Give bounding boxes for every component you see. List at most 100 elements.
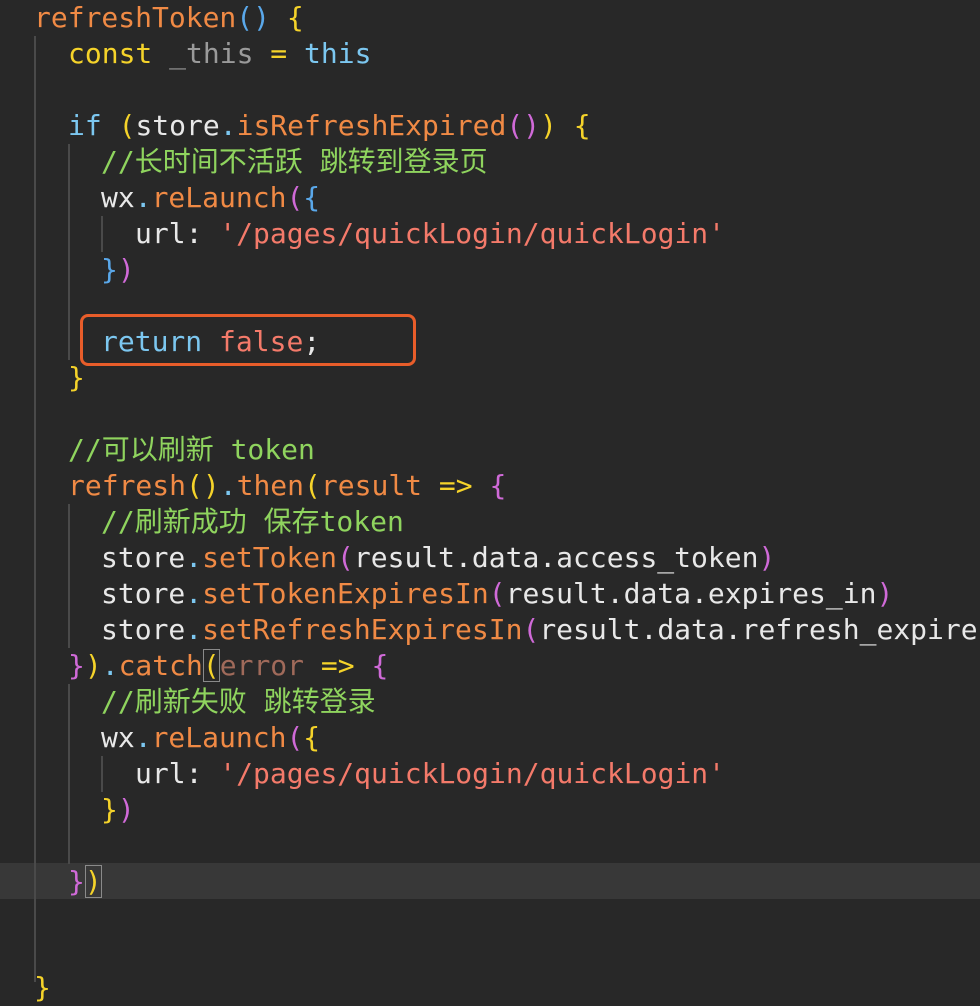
property-key: url: bbox=[135, 217, 220, 250]
object: store bbox=[101, 541, 186, 574]
brace: } bbox=[68, 361, 85, 394]
code-line-7: url: '/pages/quickLogin/quickLogin' bbox=[135, 216, 725, 252]
code-line-11: } bbox=[68, 360, 85, 396]
comment: //可以刷新 token bbox=[68, 433, 315, 466]
code-line-27: } bbox=[34, 970, 51, 1006]
arrow-operator: => bbox=[422, 469, 490, 502]
code-line-16: store.setToken(result.data.access_token) bbox=[101, 540, 775, 576]
method: catch bbox=[118, 649, 203, 682]
string-literal: '/pages/quickLogin/quickLogin' bbox=[219, 217, 726, 250]
argument: result.data.refresh_expire bbox=[539, 613, 978, 646]
code-line-15: //刷新成功 保存token bbox=[101, 504, 404, 540]
paren: ) bbox=[202, 469, 220, 502]
indent-guide bbox=[68, 504, 70, 648]
brace: } bbox=[101, 793, 118, 826]
object: wx bbox=[101, 181, 135, 214]
brace: { bbox=[303, 721, 321, 754]
code-line-17: store.setTokenExpiresIn(result.data.expi… bbox=[101, 576, 893, 612]
brace: { bbox=[270, 1, 304, 34]
paren: ( bbox=[488, 577, 506, 610]
keyword: if bbox=[68, 109, 102, 142]
keyword: this bbox=[304, 37, 372, 70]
paren: ( bbox=[202, 649, 220, 682]
comment: //刷新失败 跳转登录 bbox=[101, 685, 376, 718]
semicolon: ; bbox=[303, 325, 321, 358]
paren: ( bbox=[506, 109, 524, 142]
brace: } bbox=[34, 971, 51, 1004]
paren: ) bbox=[84, 865, 102, 898]
parameter: error bbox=[219, 649, 305, 682]
code-line-10: return false; bbox=[101, 324, 320, 360]
keyword: return bbox=[101, 325, 203, 358]
function-call: refresh bbox=[68, 469, 187, 502]
argument: result.data.expires_in bbox=[505, 577, 877, 610]
dot: . bbox=[101, 649, 119, 682]
indent-guide bbox=[101, 216, 103, 252]
paren: ( bbox=[186, 469, 203, 502]
paren: ) bbox=[117, 253, 135, 286]
paren: ( bbox=[236, 1, 254, 34]
code-line-5: //长时间不活跃 跳转到登录页 bbox=[101, 144, 488, 180]
object: store bbox=[101, 613, 186, 646]
code-line-14: refresh().then(result => { bbox=[68, 468, 506, 504]
code-line-21: wx.reLaunch({ bbox=[101, 720, 320, 756]
brace: { bbox=[371, 649, 389, 682]
operator: = bbox=[253, 37, 305, 70]
code-editor[interactable]: refreshToken() { const _this = this if (… bbox=[0, 0, 980, 1004]
brace: { bbox=[303, 181, 321, 214]
brace: } bbox=[68, 865, 85, 898]
dot: . bbox=[185, 613, 203, 646]
code-line-6: wx.reLaunch({ bbox=[101, 180, 320, 216]
object: store bbox=[101, 577, 186, 610]
variable: _this bbox=[152, 37, 254, 70]
code-line-8: }) bbox=[101, 252, 135, 288]
property-key: url: bbox=[135, 757, 220, 790]
code-line-2: const _this = this bbox=[68, 36, 371, 72]
keyword: const bbox=[68, 37, 153, 70]
code-line-4: if (store.isRefreshExpired()) { bbox=[68, 108, 591, 144]
paren: ( bbox=[337, 541, 354, 574]
argument: result.data.access_token bbox=[353, 541, 759, 574]
paren: ) bbox=[523, 109, 541, 142]
dot: . bbox=[185, 577, 203, 610]
object: wx bbox=[101, 721, 135, 754]
arrow-operator: => bbox=[304, 649, 372, 682]
indent-guide bbox=[34, 36, 36, 982]
brace: } bbox=[101, 253, 118, 286]
indent-guide bbox=[101, 756, 103, 792]
code-line-20: //刷新失败 跳转登录 bbox=[101, 684, 376, 720]
object: store bbox=[135, 109, 220, 142]
paren: ( bbox=[101, 109, 136, 142]
paren: ) bbox=[253, 1, 271, 34]
string-literal: '/pages/quickLogin/quickLogin' bbox=[219, 757, 726, 790]
paren: ) bbox=[540, 109, 557, 142]
dot: . bbox=[134, 721, 152, 754]
code-line-25: }) bbox=[68, 864, 102, 900]
code-line-19: }).catch(error => { bbox=[68, 648, 388, 684]
method: setTokenExpiresIn bbox=[202, 577, 489, 610]
brace: } bbox=[68, 649, 85, 682]
dot: . bbox=[134, 181, 152, 214]
code-line-22: url: '/pages/quickLogin/quickLogin' bbox=[135, 756, 725, 792]
method: setRefreshExpiresIn bbox=[202, 613, 523, 646]
paren: ) bbox=[876, 577, 894, 610]
code-line-23: }) bbox=[101, 792, 135, 828]
comment: //长时间不活跃 跳转到登录页 bbox=[101, 145, 488, 178]
method: setToken bbox=[202, 541, 338, 574]
paren: ( bbox=[286, 721, 304, 754]
method: reLaunch bbox=[151, 721, 287, 754]
paren: ) bbox=[758, 541, 776, 574]
dot: . bbox=[219, 109, 237, 142]
parameter: result bbox=[320, 469, 423, 502]
code-line-18: store.setRefreshExpiresIn(result.data.re… bbox=[101, 612, 978, 648]
brace: { bbox=[556, 109, 591, 142]
method: isRefreshExpired bbox=[236, 109, 507, 142]
dot: . bbox=[185, 541, 203, 574]
method: reLaunch bbox=[151, 181, 287, 214]
current-line-highlight bbox=[0, 863, 980, 899]
brace: { bbox=[489, 469, 507, 502]
indent-guide bbox=[68, 684, 70, 864]
paren: ( bbox=[522, 613, 540, 646]
paren: ( bbox=[304, 469, 321, 502]
